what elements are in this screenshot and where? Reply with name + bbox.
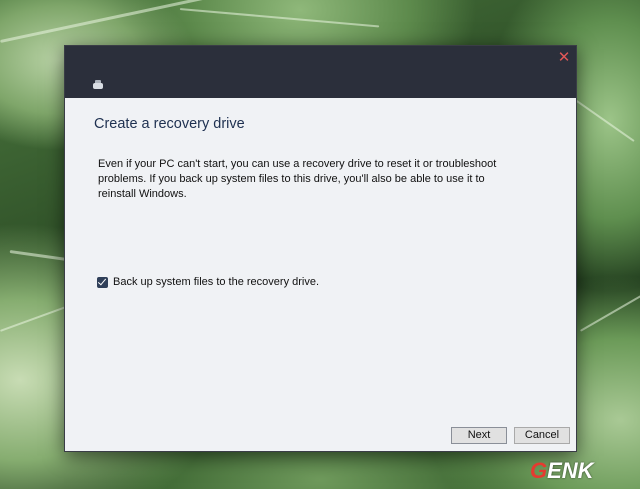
backup-checkbox[interactable] xyxy=(97,276,108,288)
watermark-letter-g: G xyxy=(530,458,548,483)
leaf-vein xyxy=(179,8,380,28)
watermark-letters: ENK xyxy=(547,458,594,483)
backup-option[interactable]: Back up system files to the recovery dri… xyxy=(97,276,319,288)
leaf-vein xyxy=(0,0,255,43)
recovery-drive-dialog: ✕ Create a recovery drive Even if your P… xyxy=(64,45,577,452)
page-title: Create a recovery drive xyxy=(94,116,245,132)
next-button[interactable]: Next xyxy=(451,427,507,444)
backup-checkbox-label[interactable]: Back up system files to the recovery dri… xyxy=(113,276,319,288)
close-icon: ✕ xyxy=(557,49,571,66)
leaf-vein xyxy=(580,295,640,332)
genk-watermark-logo: G ENK xyxy=(530,458,594,483)
description-text: Even if your PC can't start, you can use… xyxy=(98,158,497,200)
close-button[interactable]: ✕ xyxy=(556,50,572,66)
title-bar[interactable]: ✕ xyxy=(65,46,576,98)
cancel-button[interactable]: Cancel xyxy=(514,427,570,444)
recovery-drive-icon xyxy=(93,80,103,89)
